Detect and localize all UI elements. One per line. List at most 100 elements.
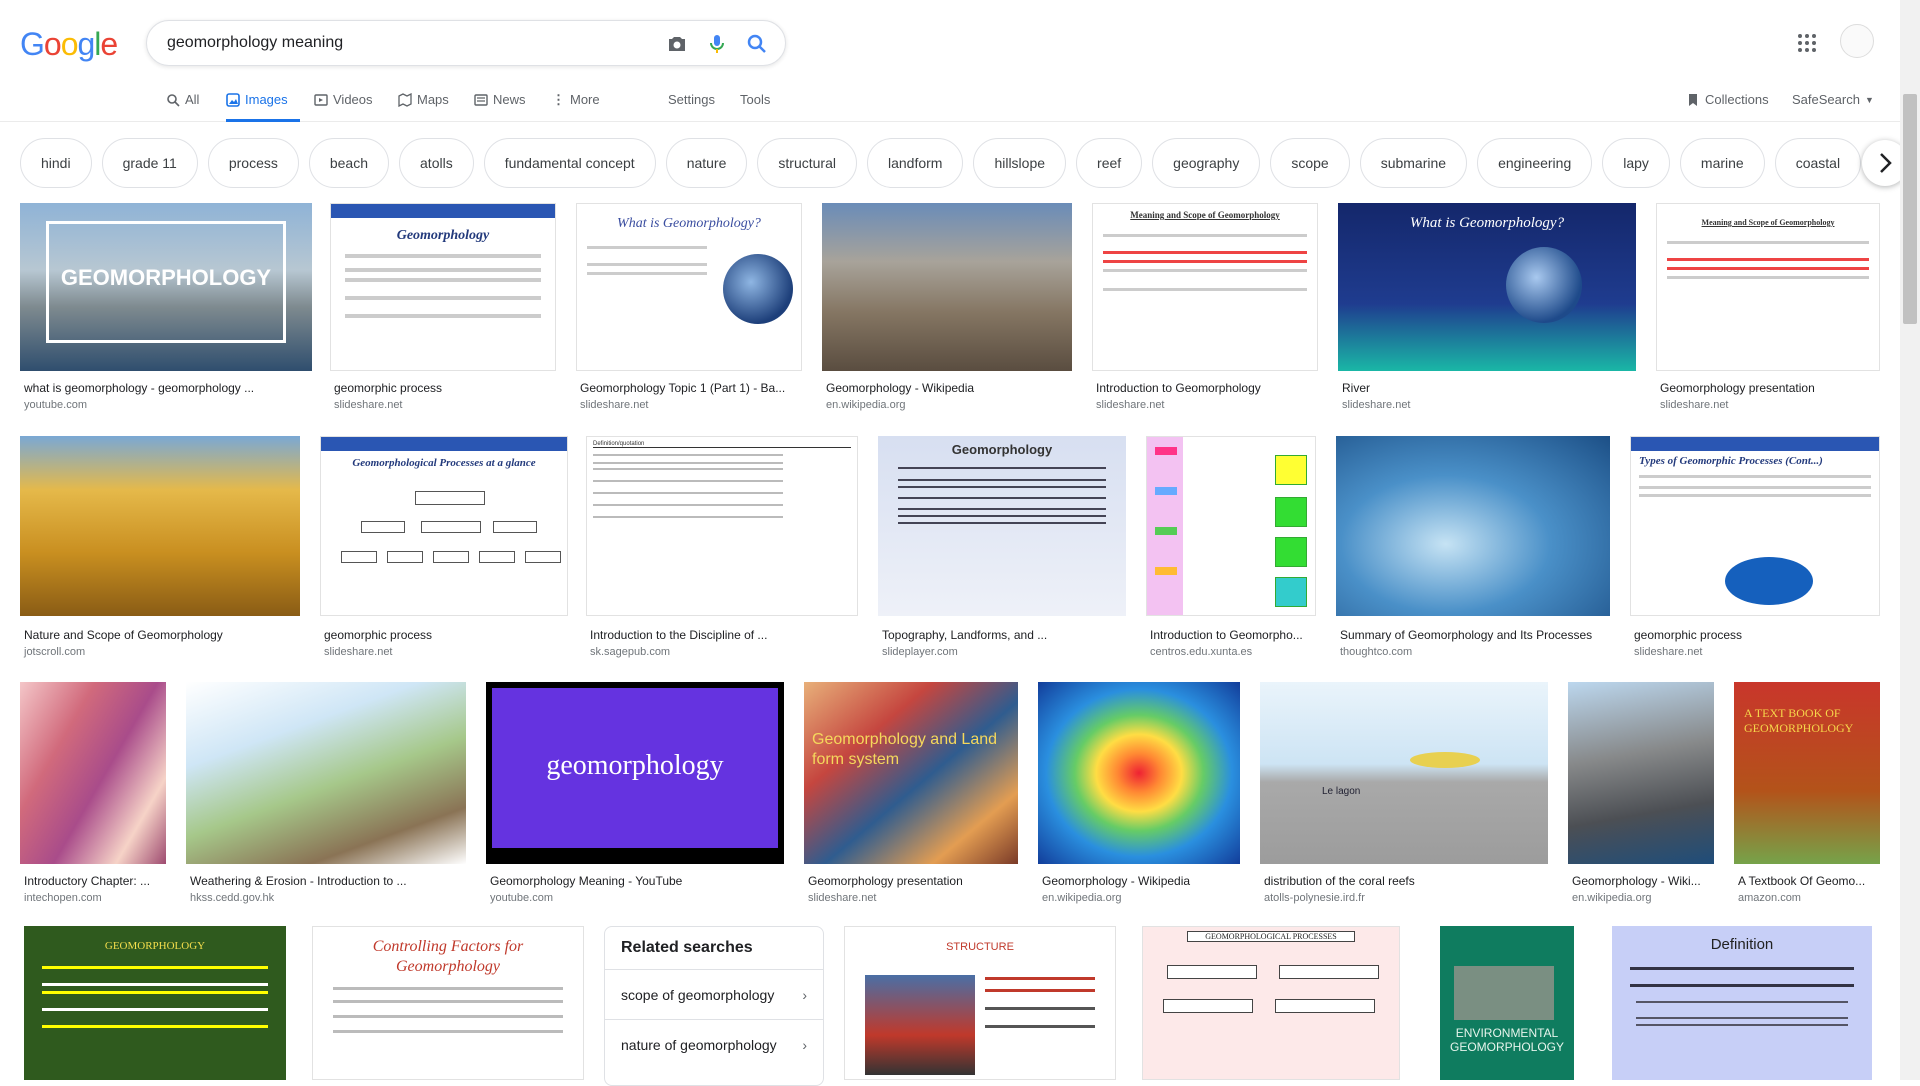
- result-thumbnail[interactable]: Types of Geomorphic Processes (Cont...): [1630, 436, 1880, 616]
- image-result[interactable]: Geomorphology - Wikipedia en.wikipedia.o…: [1038, 682, 1240, 906]
- result-title[interactable]: geomorphic process: [1634, 628, 1880, 642]
- result-title[interactable]: Weathering & Erosion - Introduction to .…: [190, 874, 466, 888]
- image-result[interactable]: geomorphology Geomorphology Meaning - Yo…: [486, 682, 784, 906]
- chip[interactable]: process: [207, 138, 299, 188]
- result-source[interactable]: slideshare.net: [1096, 399, 1165, 411]
- search-icon[interactable]: [745, 32, 769, 56]
- chip[interactable]: fundamental concept: [483, 138, 656, 188]
- result-thumbnail[interactable]: STRUCTURE: [844, 926, 1116, 1080]
- result-title[interactable]: A Textbook Of Geomo...: [1738, 874, 1880, 888]
- result-thumbnail[interactable]: [1568, 682, 1714, 864]
- chip[interactable]: nature: [665, 138, 748, 188]
- image-result[interactable]: GEOMORPHOLOGICAL PROCESSES: [1142, 926, 1400, 1080]
- result-source[interactable]: slideshare.net: [1342, 399, 1411, 411]
- chip[interactable]: landform: [866, 138, 964, 188]
- result-thumbnail[interactable]: Meaning and Scope of Geomorphology: [1656, 203, 1880, 371]
- scrollbar-thumb[interactable]: [1903, 94, 1917, 324]
- result-source[interactable]: atolls-polynesie.ird.fr: [1264, 892, 1365, 904]
- image-result[interactable]: STRUCTURE: [844, 926, 1116, 1080]
- result-thumbnail[interactable]: Geomorphology: [878, 436, 1126, 616]
- chip[interactable]: atolls: [399, 138, 474, 188]
- chip[interactable]: lapy: [1602, 138, 1670, 188]
- image-result[interactable]: Le lagon distribution of the coral reefs…: [1260, 682, 1548, 906]
- image-result[interactable]: Geomorphology geomorphic process slidesh…: [330, 203, 556, 413]
- result-thumbnail[interactable]: [1146, 436, 1316, 616]
- image-result[interactable]: Weathering & Erosion - Introduction to .…: [186, 682, 466, 906]
- result-source[interactable]: slideshare.net: [580, 399, 649, 411]
- result-title[interactable]: Nature and Scope of Geomorphology: [24, 628, 300, 642]
- result-title[interactable]: Introduction to Geomorphology: [1096, 381, 1318, 395]
- related-search-item[interactable]: nature of geomorphology ›: [605, 1019, 823, 1069]
- image-result[interactable]: Meaning and Scope of Geomorphology Intro…: [1092, 203, 1318, 413]
- result-title[interactable]: Introduction to the Discipline of ...: [590, 628, 858, 642]
- tab-all[interactable]: All: [166, 84, 199, 122]
- image-result[interactable]: Types of Geomorphic Processes (Cont...) …: [1630, 436, 1880, 662]
- related-search-item[interactable]: scope of geomorphology ›: [605, 969, 823, 1019]
- tab-tools[interactable]: Tools: [740, 84, 770, 122]
- chip[interactable]: structural: [757, 138, 857, 188]
- image-result[interactable]: Geomorphology - Wiki... en.wikipedia.org: [1568, 682, 1714, 906]
- tab-images[interactable]: Images: [226, 84, 300, 122]
- image-result[interactable]: Meaning and Scope of Geomorphology Geomo…: [1656, 203, 1880, 413]
- chip[interactable]: hillslope: [973, 138, 1067, 188]
- result-title[interactable]: distribution of the coral reefs: [1264, 874, 1548, 888]
- microphone-icon[interactable]: [705, 32, 729, 56]
- tab-videos[interactable]: Videos: [314, 84, 373, 122]
- result-thumbnail[interactable]: Geomorphology and Land form system: [804, 682, 1018, 864]
- result-thumbnail[interactable]: Definition: [1612, 926, 1872, 1080]
- camera-icon[interactable]: [665, 32, 689, 56]
- result-thumbnail[interactable]: Geomorphology: [330, 203, 556, 371]
- result-source[interactable]: slideplayer.com: [882, 646, 958, 658]
- result-source[interactable]: jotscroll.com: [24, 646, 85, 658]
- result-thumbnail[interactable]: [186, 682, 466, 864]
- result-title[interactable]: Topography, Landforms, and ...: [882, 628, 1126, 642]
- result-thumbnail[interactable]: Definition/quotation: [586, 436, 858, 616]
- result-source[interactable]: slideshare.net: [334, 399, 403, 411]
- result-thumbnail[interactable]: geomorphology: [486, 682, 784, 864]
- result-source[interactable]: en.wikipedia.org: [1572, 892, 1652, 904]
- tab-more[interactable]: ⋮ More: [552, 84, 600, 122]
- chip[interactable]: coastal: [1774, 138, 1862, 188]
- result-thumbnail[interactable]: Geomorphological Processes at a glance: [320, 436, 568, 616]
- chip[interactable]: submarine: [1359, 138, 1468, 188]
- image-result[interactable]: GEOMORPHOLOGY: [24, 926, 286, 1080]
- tab-maps[interactable]: Maps: [398, 84, 449, 122]
- image-result[interactable]: What is Geomorphology? River slideshare.…: [1338, 203, 1636, 413]
- chip[interactable]: beach: [308, 138, 390, 188]
- result-title[interactable]: Geomorphology Topic 1 (Part 1) - Ba...: [580, 381, 802, 395]
- result-source[interactable]: intechopen.com: [24, 892, 102, 904]
- result-thumbnail[interactable]: GEOMORPHOLOGY: [20, 203, 312, 371]
- result-source[interactable]: hkss.cedd.gov.hk: [190, 892, 274, 904]
- chip[interactable]: engineering: [1477, 138, 1593, 188]
- result-thumbnail[interactable]: ENVIRONMENTAL GEOMORPHOLOGY: [1440, 926, 1574, 1080]
- image-result[interactable]: Controlling Factors for Geomorphology: [312, 926, 584, 1080]
- result-title[interactable]: Geomorphology presentation: [1660, 381, 1880, 395]
- image-result[interactable]: What is Geomorphology? Geomorphology Top…: [576, 203, 802, 413]
- result-thumbnail[interactable]: GEOMORPHOLOGY: [24, 926, 286, 1080]
- result-thumbnail[interactable]: A TEXT BOOK OF GEOMORPHOLOGY: [1734, 682, 1880, 864]
- image-result[interactable]: Geomorphology Topography, Landforms, and…: [878, 436, 1126, 662]
- result-title[interactable]: geomorphic process: [334, 381, 556, 395]
- image-result[interactable]: Geomorphology - Wikipedia en.wikipedia.o…: [822, 203, 1072, 413]
- result-source[interactable]: thoughtco.com: [1340, 646, 1412, 658]
- result-title[interactable]: Geomorphology presentation: [808, 874, 1018, 888]
- search-input[interactable]: [167, 31, 647, 55]
- result-title[interactable]: Geomorphology Meaning - YouTube: [490, 874, 784, 888]
- result-thumbnail[interactable]: Le lagon: [1260, 682, 1548, 864]
- result-source[interactable]: centros.edu.xunta.es: [1150, 646, 1252, 658]
- result-source[interactable]: sk.sagepub.com: [590, 646, 670, 658]
- safesearch-menu[interactable]: SafeSearch ▼: [1792, 84, 1874, 122]
- image-result[interactable]: ENVIRONMENTAL GEOMORPHOLOGY: [1440, 926, 1574, 1080]
- result-source[interactable]: slideshare.net: [1660, 399, 1729, 411]
- image-result[interactable]: Definition: [1612, 926, 1872, 1080]
- result-source[interactable]: en.wikipedia.org: [826, 399, 906, 411]
- google-logo[interactable]: Google: [20, 26, 118, 63]
- result-title[interactable]: geomorphic process: [324, 628, 568, 642]
- result-title[interactable]: Geomorphology - Wiki...: [1572, 874, 1714, 888]
- chip[interactable]: reef: [1076, 138, 1143, 188]
- result-source[interactable]: slideshare.net: [324, 646, 393, 658]
- image-result[interactable]: Geomorphological Processes at a glance g…: [320, 436, 568, 662]
- image-result[interactable]: Introductory Chapter: ... intechopen.com: [20, 682, 166, 906]
- result-thumbnail[interactable]: GEOMORPHOLOGICAL PROCESSES: [1142, 926, 1400, 1080]
- image-result[interactable]: Summary of Geomorphology and Its Process…: [1336, 436, 1610, 662]
